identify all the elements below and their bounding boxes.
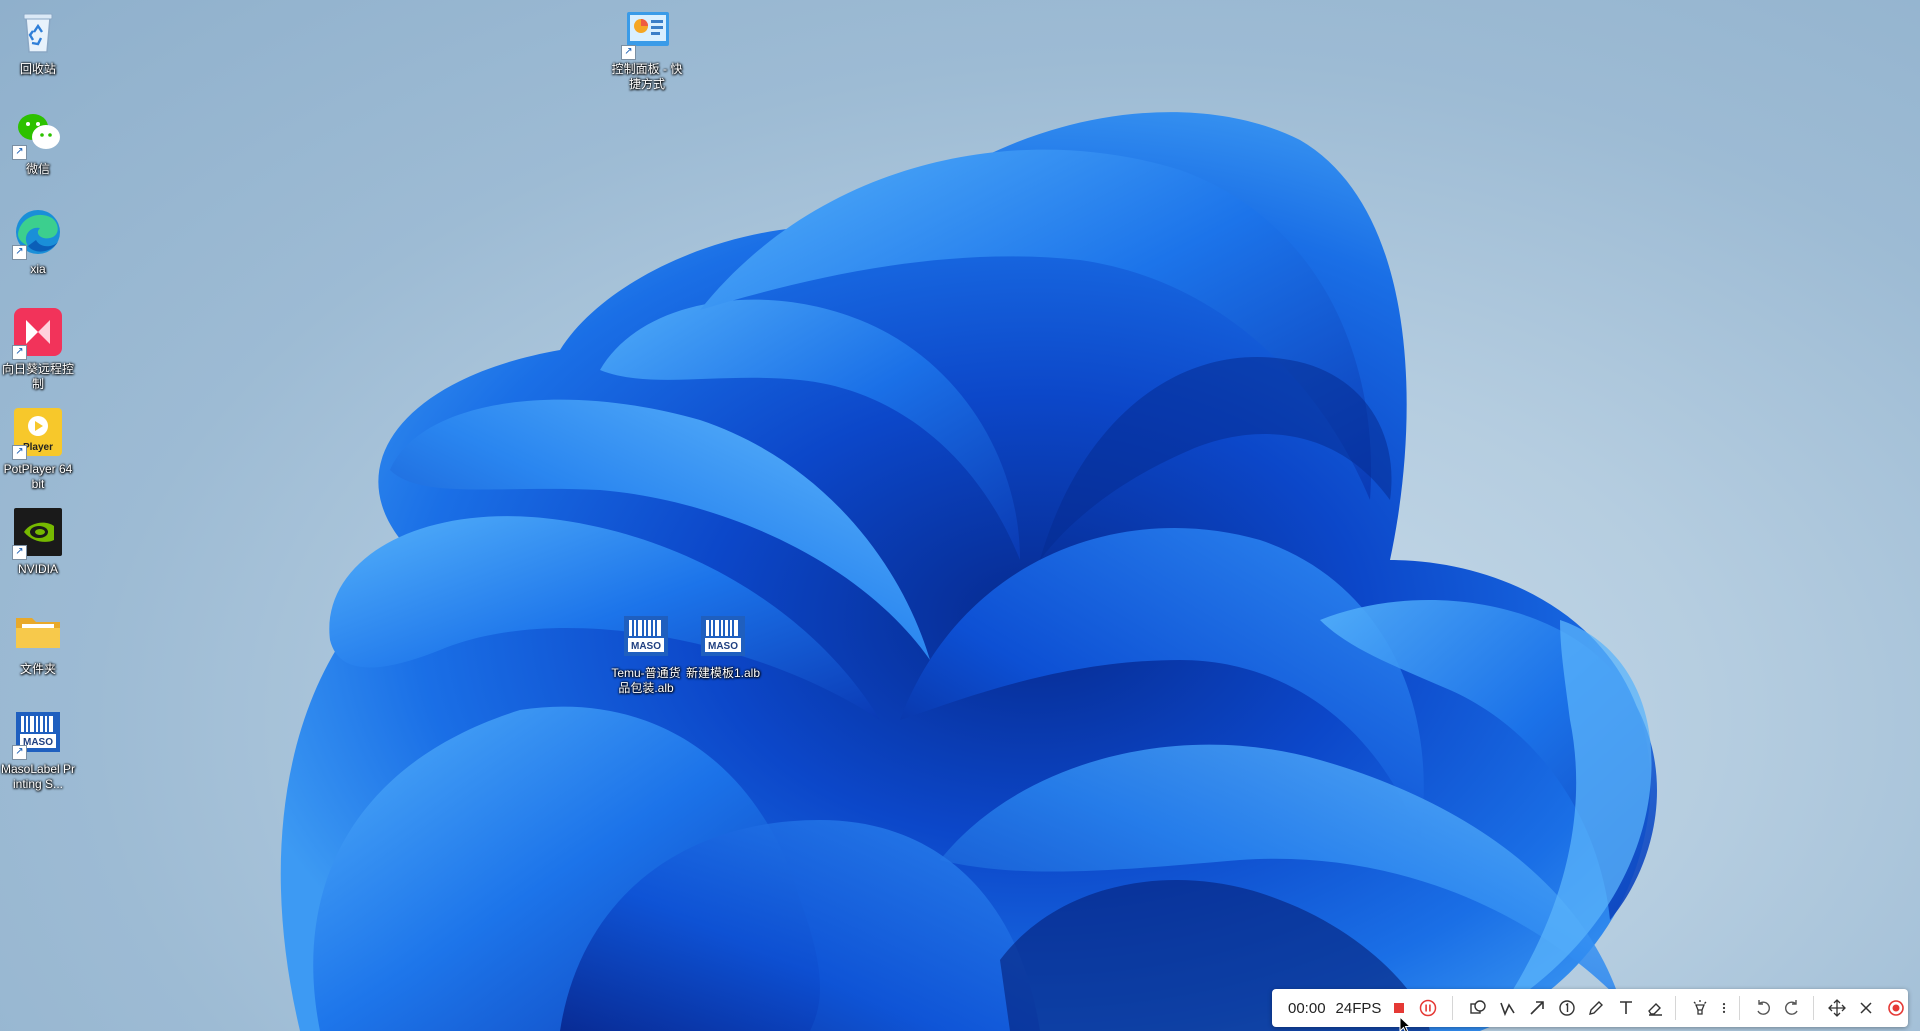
shortcut-arrow-icon: ↗ — [12, 745, 27, 760]
folder-label: 文件夹 — [19, 662, 56, 676]
move-toolbar-button[interactable] — [1825, 994, 1849, 1022]
potplayer-label: PotPlayer 64 bit — [3, 462, 73, 491]
svg-text:MASO: MASO — [708, 641, 738, 652]
wallpaper-bloom — [280, 112, 1658, 1031]
desktop-icon-potplayer[interactable]: Player ↗ PotPlayer 64 bit — [0, 406, 76, 492]
more-vertical-icon — [1722, 1003, 1725, 1013]
desktop-icon-masolabel[interactable]: MASO ↗ MasoLabel Printing S... — [0, 706, 76, 792]
eraser-tool-button[interactable] — [1643, 994, 1667, 1022]
spotlight-tool-button[interactable] — [1687, 994, 1711, 1022]
sunlogin-label: 向日葵远程控制 — [1, 362, 74, 391]
recycle-bin-label: 回收站 — [19, 62, 56, 76]
desktop-icon-sunlogin[interactable]: ↗ 向日葵远程控制 — [0, 306, 76, 392]
new-template-alb-label: 新建模板1.alb — [685, 666, 761, 680]
toolbar-divider — [1675, 996, 1677, 1020]
shortcut-arrow-icon: ↗ — [12, 545, 27, 560]
shortcut-arrow-icon: ↗ — [12, 345, 27, 360]
mouse-cursor-icon — [1399, 1016, 1412, 1031]
arrow-icon — [1530, 1001, 1545, 1015]
text-tool-button[interactable] — [1614, 994, 1638, 1022]
undo-icon — [1757, 1000, 1770, 1015]
wechat-label: 微信 — [25, 162, 50, 176]
control-panel-label: 控制面板 - 快捷方式 — [611, 62, 683, 91]
shape-tool-button[interactable] — [1466, 994, 1490, 1022]
shortcut-arrow-icon: ↗ — [621, 45, 636, 60]
number-marker-icon — [1559, 1000, 1575, 1016]
polyline-icon — [1500, 1002, 1515, 1017]
nvidia-label: NVIDIA — [17, 562, 58, 576]
shortcut-arrow-icon: ↗ — [12, 245, 27, 260]
undo-button[interactable] — [1751, 994, 1775, 1022]
pen-icon — [1589, 1001, 1604, 1015]
more-options-button[interactable] — [1717, 994, 1731, 1022]
svg-text:Player: Player — [23, 442, 53, 453]
recording-timer: 00:00 — [1288, 999, 1326, 1017]
pause-recording-button[interactable] — [1416, 994, 1440, 1022]
temu-alb-label: Temu-普通货品包装.alb — [611, 666, 681, 695]
desktop-icon-edge[interactable]: ↗ xia — [0, 206, 76, 277]
number-tool-button[interactable] — [1555, 994, 1579, 1022]
shortcut-arrow-icon: ↗ — [12, 145, 27, 160]
desktop[interactable]: 回收站 ↗ 微信 ↗ xia ↗ 向日葵远程控制 Player ↗ PotPla… — [0, 0, 1920, 1031]
desktop-icon-wechat[interactable]: ↗ 微信 — [0, 106, 76, 177]
shortcut-arrow-icon: ↗ — [12, 445, 27, 460]
toolbar-divider — [1738, 996, 1740, 1020]
desktop-icon-control-panel[interactable]: ↗ 控制面板 - 快捷方式 — [607, 6, 687, 92]
close-icon — [1860, 1002, 1872, 1014]
pause-icon — [1419, 999, 1437, 1017]
redo-icon — [1785, 1000, 1799, 1015]
move-icon — [1827, 999, 1846, 1017]
folder-icon — [16, 618, 60, 648]
edge-label: xia — [30, 262, 46, 276]
svg-text:MASO: MASO — [23, 737, 53, 748]
desktop-icon-nvidia[interactable]: ↗ NVIDIA — [0, 506, 76, 577]
stop-icon — [1393, 1003, 1404, 1013]
shapes-icon — [1470, 1000, 1487, 1014]
recording-fps: 24FPS — [1335, 999, 1382, 1017]
record-status-button[interactable] — [1884, 994, 1908, 1022]
desktop-icon-folder[interactable]: 文件夹 — [0, 606, 76, 677]
eraser-icon — [1648, 1003, 1663, 1016]
maso-file-icon: MASO — [624, 616, 668, 656]
redo-button[interactable] — [1780, 994, 1804, 1022]
svg-text:MASO: MASO — [631, 641, 661, 652]
desktop-icon-recycle-bin[interactable]: 回收站 — [0, 6, 76, 77]
masolabel-label: MasoLabel Printing S... — [0, 762, 76, 791]
desktop-icon-new-template-alb[interactable]: MASO 新建模板1.alb — [683, 610, 763, 681]
polyline-tool-button[interactable] — [1496, 994, 1520, 1022]
toolbar-divider — [1452, 996, 1454, 1020]
close-recorder-button[interactable] — [1854, 994, 1878, 1022]
text-icon — [1619, 1001, 1632, 1014]
recycle-bin-icon — [23, 13, 53, 53]
toolbar-divider — [1812, 996, 1814, 1020]
arrow-tool-button[interactable] — [1525, 994, 1549, 1022]
record-icon — [1887, 1000, 1904, 1016]
maso-file-icon: MASO — [701, 616, 745, 656]
pen-tool-button[interactable] — [1584, 994, 1608, 1022]
desktop-icon-temu-alb[interactable]: MASO Temu-普通货品包装.alb — [606, 610, 686, 696]
spotlight-icon — [1693, 1000, 1707, 1015]
screen-recorder-toolbar: 00:00 24FPS — [1272, 989, 1908, 1027]
